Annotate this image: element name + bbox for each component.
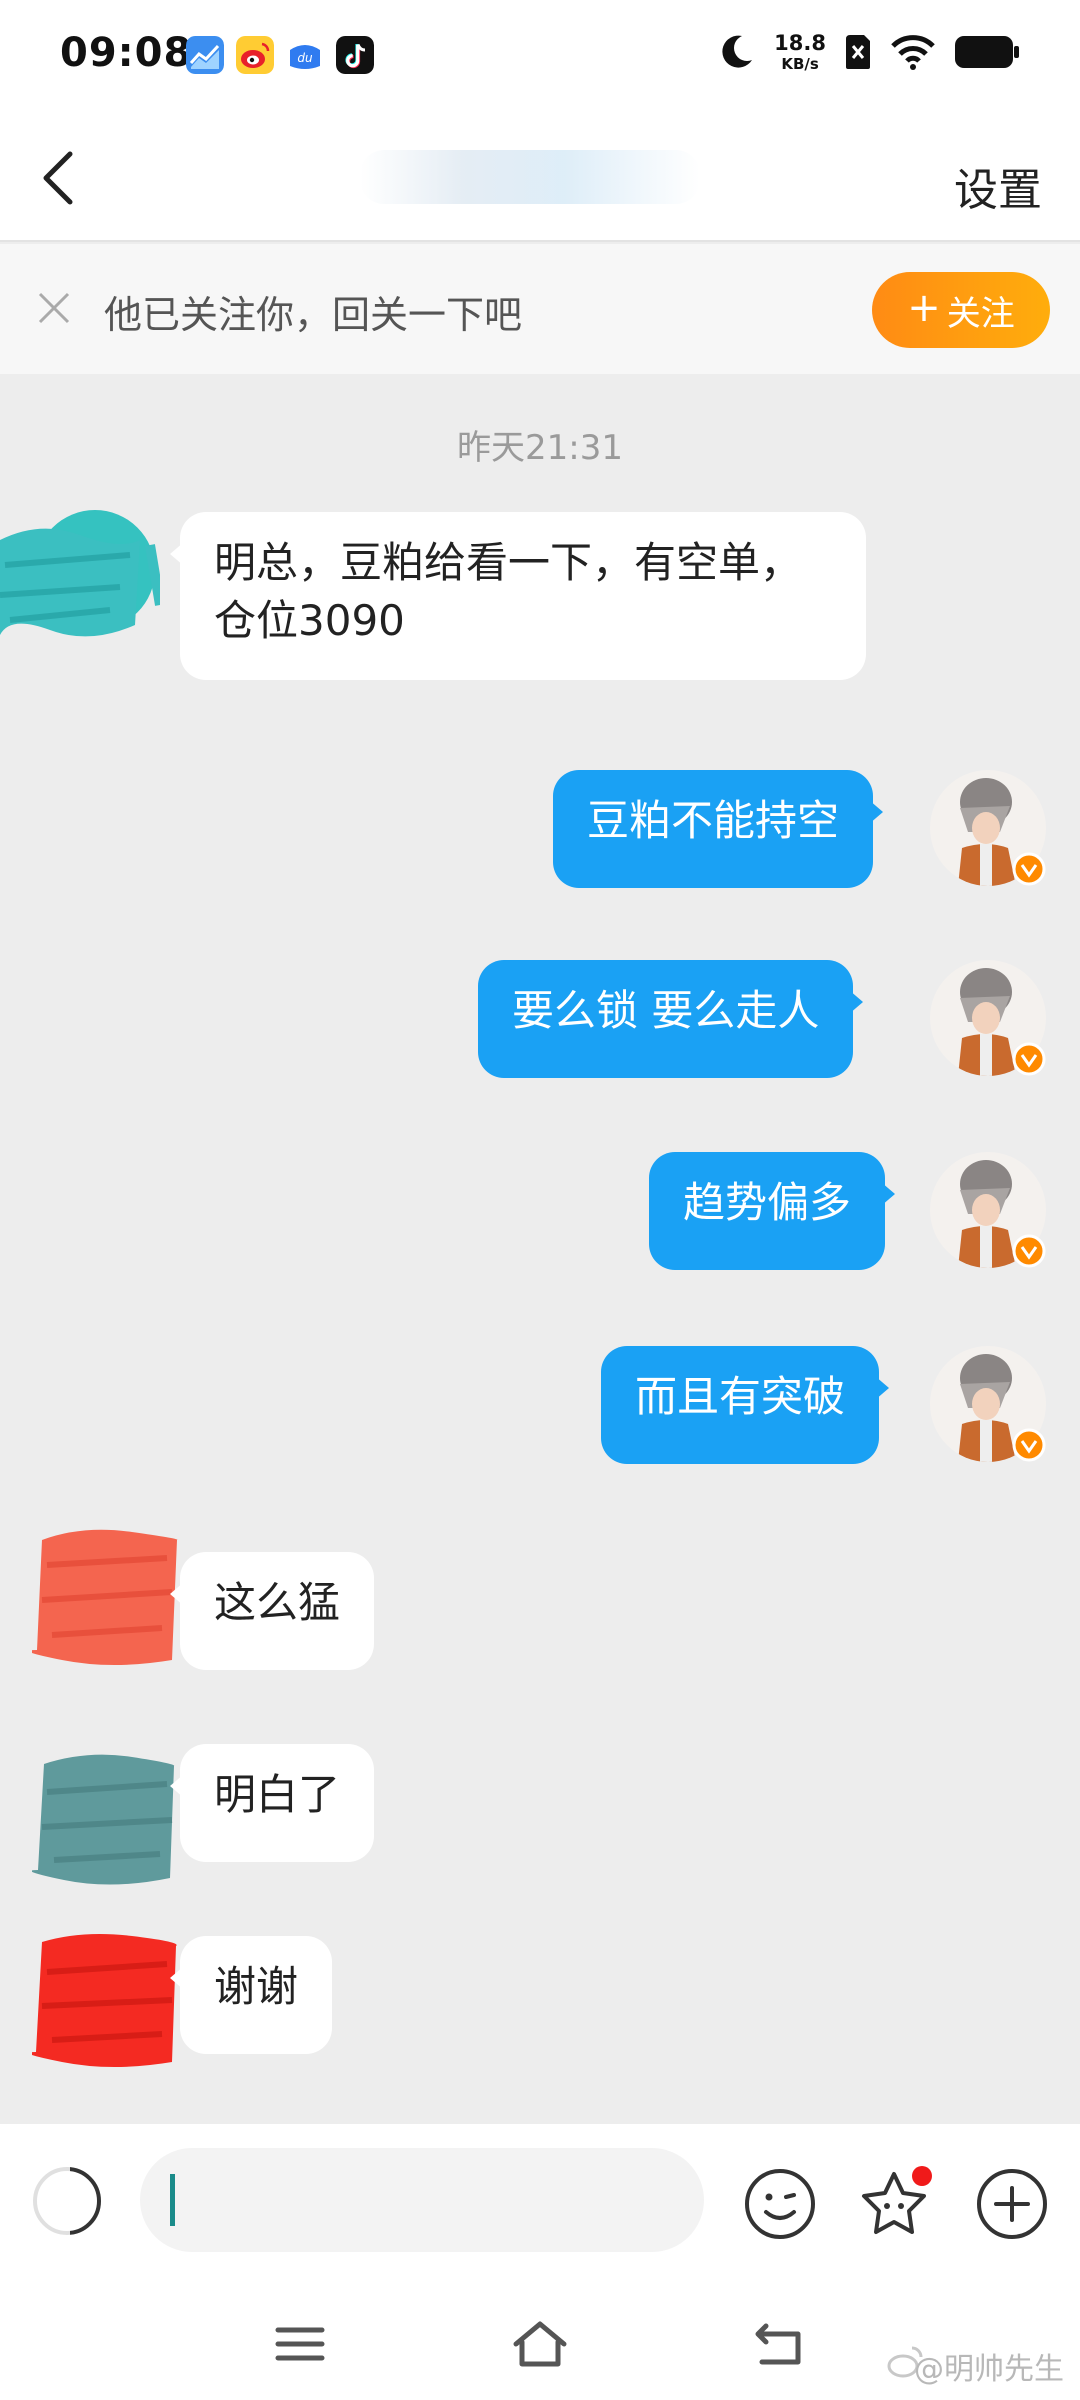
plus-icon: + — [907, 285, 941, 331]
do-not-disturb-moon-icon — [722, 35, 753, 68]
contact-avatar-redacted[interactable] — [0, 505, 160, 665]
outgoing-message-bubble[interactable]: 而且有突破 — [601, 1346, 890, 1464]
status-bar: 09:08 du 18.8 KB/s — [0, 0, 1080, 110]
message-input-bar — [0, 2124, 1080, 2280]
status-app-icons: du — [186, 36, 374, 74]
self-avatar[interactable] — [930, 1346, 1046, 1462]
weibo-app-icon — [236, 36, 274, 74]
text-cursor — [170, 2174, 175, 2226]
watermark-text: @明帅先生 — [914, 2352, 1064, 2387]
contact-avatar-redacted[interactable] — [32, 1924, 182, 2074]
voice-input-icon[interactable] — [30, 2164, 104, 2238]
follow-back-message: 他已关注你，回关一下吧 — [104, 293, 523, 337]
emoji-icon[interactable] — [742, 2166, 818, 2242]
incoming-message-bubble[interactable]: 明总，豆粕给看一下，有空单， 仓位3090 — [170, 512, 866, 680]
contact-name-redacted — [360, 150, 700, 204]
status-right-icons: 18.8 KB/s — [716, 32, 1020, 72]
incoming-message-bubble[interactable]: 明白了 — [169, 1744, 375, 1862]
incoming-message-bubble[interactable]: 谢谢 — [169, 1936, 333, 2054]
chat-timestamp: 昨天21:31 — [457, 428, 623, 468]
menu-icon[interactable] — [270, 2314, 330, 2374]
follow-back-banner: 他已关注你，回关一下吧 + 关注 — [0, 244, 1080, 374]
network-speed-unit: KB/s — [781, 54, 819, 73]
tiktok-app-icon — [336, 36, 374, 74]
outgoing-message-bubble[interactable]: 要么锁 要么走人 — [478, 960, 864, 1078]
incoming-message-bubble[interactable]: 这么猛 — [169, 1552, 375, 1670]
network-speed-value: 18.8 — [774, 30, 826, 55]
status-time: 09:08 — [60, 30, 193, 76]
follow-button-label: 关注 — [946, 293, 1015, 334]
self-avatar[interactable] — [930, 770, 1046, 886]
follow-button[interactable]: + 关注 — [872, 272, 1050, 348]
outgoing-message-bubble[interactable]: 趋势偏多 — [649, 1152, 896, 1270]
network-speed: 18.8 KB/s — [774, 30, 826, 73]
contact-avatar-redacted[interactable] — [32, 1520, 182, 1670]
settings-button[interactable]: 设置 — [954, 154, 1042, 218]
self-avatar[interactable] — [930, 1152, 1046, 1268]
message-input[interactable] — [140, 2148, 704, 2252]
system-navigation-bar: @明帅先生 — [0, 2280, 1080, 2400]
add-plus-icon[interactable] — [974, 2166, 1050, 2242]
close-icon[interactable] — [34, 288, 74, 328]
battery-icon — [955, 36, 1019, 68]
chat-header: 设置 — [0, 110, 1080, 242]
outgoing-message-bubble[interactable]: 豆粕不能持空 — [553, 770, 884, 888]
back-arrow-icon[interactable] — [34, 148, 84, 208]
self-avatar[interactable] — [930, 960, 1046, 1076]
baidu-app-icon: du — [286, 36, 324, 74]
sticker-star-icon[interactable] — [856, 2166, 932, 2242]
stock-app-icon — [186, 36, 224, 74]
no-sim-icon — [846, 35, 870, 69]
home-icon[interactable] — [510, 2314, 570, 2374]
contact-avatar-redacted[interactable] — [32, 1742, 182, 1892]
svg-text:du: du — [297, 51, 313, 65]
wifi-icon — [891, 35, 935, 70]
back-nav-icon[interactable] — [750, 2314, 810, 2374]
